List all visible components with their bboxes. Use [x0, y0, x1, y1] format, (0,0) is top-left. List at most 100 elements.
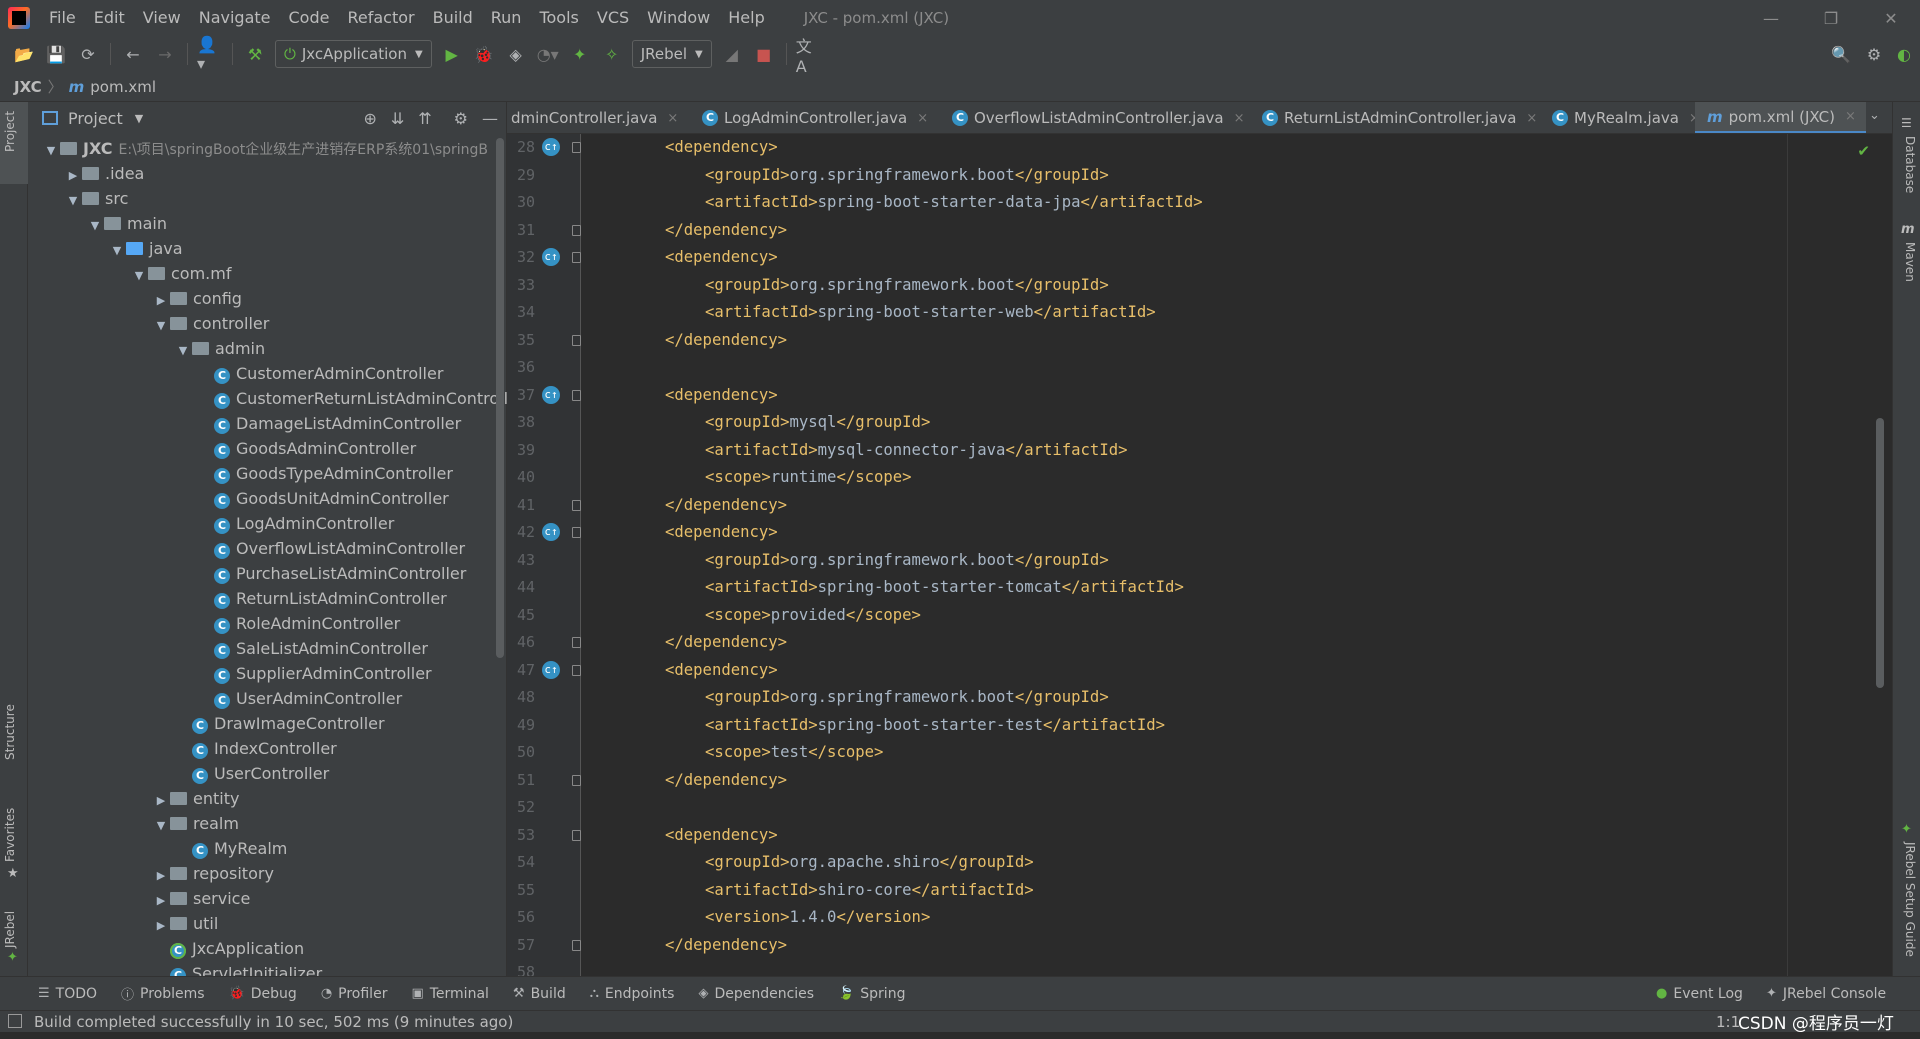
problems-tool-button[interactable]: ⓘ Problems: [121, 984, 205, 1004]
project-view-select[interactable]: Project: [68, 109, 123, 128]
tree-item[interactable]: C CustomerReturnListAdminController: [196, 386, 507, 411]
jrebel-console-button[interactable]: ✦ JRebel Console: [1766, 986, 1886, 1002]
tree-item[interactable]: C RoleAdminController: [196, 611, 400, 636]
menu-window[interactable]: Window: [638, 0, 719, 36]
inspection-ok-icon[interactable]: ✔: [1857, 142, 1870, 160]
tree-item[interactable]: ▼ JXC E:\项目\springBoot企业级生产进销存ERP系统01\spri…: [42, 136, 488, 161]
tree-item[interactable]: C SupplierAdminController: [196, 661, 432, 686]
chevron-down-icon[interactable]: ▼: [86, 213, 104, 238]
run-config-select[interactable]: ⏻ JxcApplication ▼: [275, 40, 432, 68]
menu-file[interactable]: File: [40, 0, 85, 36]
menu-code[interactable]: Code: [280, 0, 339, 36]
gear-icon[interactable]: ⚙: [454, 109, 468, 128]
tree-item[interactable]: C IndexController: [174, 736, 337, 761]
editor-tab[interactable]: dminController.java ×: [507, 102, 688, 133]
chevron-right-icon[interactable]: ▶: [152, 888, 170, 913]
editor-scrollbar[interactable]: [1876, 418, 1884, 688]
tree-item[interactable]: C LogAdminController: [196, 511, 394, 536]
close-tab-icon[interactable]: ×: [917, 111, 928, 126]
chevron-right-icon[interactable]: ▶: [64, 163, 82, 188]
editor-tab[interactable]: CMyRealm.java×: [1540, 102, 1710, 133]
collapse-all-icon[interactable]: ⇈: [418, 109, 431, 128]
project-stripe-button[interactable]: Project: [0, 102, 28, 184]
build-hammer-icon[interactable]: ⚒: [242, 41, 268, 67]
back-arrow-icon[interactable]: ←: [120, 41, 146, 67]
editor-tab[interactable]: C ReturnListAdminController.java ×: [1250, 102, 1547, 133]
stop-icon[interactable]: ■: [751, 41, 777, 67]
coverage-icon[interactable]: ◈: [503, 41, 529, 67]
chevron-down-icon[interactable]: ▼: [108, 238, 126, 263]
todo-tool-button[interactable]: ☰ TODO: [38, 984, 97, 1003]
spring-tool-button[interactable]: 🍃 Spring: [838, 984, 905, 1003]
tree-item[interactable]: C DrawImageController: [174, 711, 385, 736]
jrebel-select[interactable]: JRebel ▼: [631, 40, 712, 68]
profiler-tool-button[interactable]: ◔ Profiler: [321, 984, 388, 1003]
chevron-down-icon[interactable]: ▼: [64, 188, 82, 213]
menu-run[interactable]: Run: [482, 0, 531, 36]
chevron-right-icon[interactable]: ▶: [152, 913, 170, 938]
menu-vcs[interactable]: VCS: [588, 0, 638, 36]
tree-item[interactable]: C UserAdminController: [196, 686, 402, 711]
chevron-down-icon[interactable]: ▼: [135, 112, 143, 125]
open-folder-icon[interactable]: 📂: [11, 41, 37, 67]
chevron-down-icon[interactable]: ▼: [130, 263, 148, 288]
translate-icon[interactable]: 文A: [796, 37, 822, 76]
user-icon[interactable]: 👤▾: [197, 35, 223, 73]
event-log-button[interactable]: ● Event Log: [1656, 986, 1743, 1002]
forward-arrow-icon[interactable]: →: [152, 41, 178, 67]
tree-item[interactable]: C GoodsAdminController: [196, 436, 416, 461]
jrebel-stripe-button[interactable]: JRebel ✦: [0, 898, 28, 968]
expand-all-icon[interactable]: ⇊: [391, 109, 404, 128]
tree-item[interactable]: C PurchaseListAdminController: [196, 561, 466, 586]
tree-item[interactable]: C OverflowListAdminController: [196, 536, 465, 561]
database-stripe-button[interactable]: ☰ Database: [1893, 112, 1920, 212]
tree-item[interactable]: C DamageListAdminController: [196, 411, 461, 436]
chevron-right-icon[interactable]: ▶: [152, 863, 170, 888]
profile-icon[interactable]: ◔▾: [535, 41, 561, 67]
save-all-icon[interactable]: 💾: [43, 41, 69, 67]
search-icon[interactable]: 🔍: [1828, 41, 1854, 67]
locate-file-icon[interactable]: ⊕: [363, 109, 376, 128]
tree-item[interactable]: C GoodsUnitAdminController: [196, 486, 449, 511]
restore-button[interactable]: ❐: [1808, 0, 1854, 36]
breadcrumb-file[interactable]: pom.xml: [90, 78, 156, 96]
close-tab-icon[interactable]: ×: [1845, 109, 1856, 124]
tree-item[interactable]: C MyRealm: [174, 836, 287, 861]
editor-tab[interactable]: C LogAdminController.java ×: [690, 102, 938, 133]
tree-item[interactable]: ▶ service: [152, 886, 251, 913]
tree-item[interactable]: C ReturnListAdminController: [196, 586, 447, 611]
menu-navigate[interactable]: Navigate: [190, 0, 280, 36]
tree-item[interactable]: ▼ java: [108, 236, 183, 261]
editor-tab[interactable]: m pom.xml (JXC) ×: [1695, 102, 1866, 133]
status-message[interactable]: Build completed successfully in 10 sec, …: [34, 1013, 513, 1031]
tree-item[interactable]: ▼ realm: [152, 811, 239, 836]
tree-item[interactable]: ▶ util: [152, 911, 219, 938]
tree-item[interactable]: ▼ admin: [174, 336, 265, 361]
cursor-position[interactable]: 1:1: [1716, 1013, 1740, 1031]
tree-item[interactable]: ▼ src: [64, 186, 129, 213]
status-panel-toggle-icon[interactable]: [8, 1014, 22, 1028]
close-tab-icon[interactable]: ×: [1526, 111, 1537, 126]
endpoints-tool-button[interactable]: ⛬ Endpoints: [590, 984, 675, 1003]
close-tab-icon[interactable]: ×: [1234, 111, 1245, 126]
menu-tools[interactable]: Tools: [530, 0, 587, 36]
tree-item[interactable]: C GoodsTypeAdminController: [196, 461, 453, 486]
breadcrumb-project[interactable]: JXC: [14, 78, 42, 96]
tab-list-chevron-icon[interactable]: ⌄: [1869, 108, 1880, 123]
jrebel-guide-stripe-button[interactable]: ✦ JRebel Setup Guide: [1893, 820, 1920, 970]
menu-build[interactable]: Build: [424, 0, 482, 36]
hide-panel-icon[interactable]: —: [482, 109, 498, 128]
debug-tool-button[interactable]: 🐞 Debug: [229, 984, 297, 1003]
updates-icon[interactable]: ◐: [1891, 41, 1917, 67]
project-tree-scrollbar[interactable]: [496, 138, 504, 658]
code-editor[interactable]: 28 c↑ 29 30 31 32 c↑ 33 34 35 36 37 c↑ 38 39 40 41 42 c↑ 43…: [507, 134, 1892, 976]
tree-item[interactable]: ▶ entity: [152, 786, 240, 811]
dependencies-tool-button[interactable]: ◈ Dependencies: [698, 984, 814, 1003]
tree-item[interactable]: ▼ main: [86, 211, 167, 236]
jrebel-update-icon[interactable]: ◢: [719, 41, 745, 67]
menu-view[interactable]: View: [134, 0, 190, 36]
debug-icon[interactable]: 🐞: [471, 41, 497, 67]
run-icon[interactable]: ▶: [439, 41, 465, 67]
terminal-tool-button[interactable]: ▣ Terminal: [411, 984, 488, 1003]
menu-edit[interactable]: Edit: [85, 0, 134, 36]
